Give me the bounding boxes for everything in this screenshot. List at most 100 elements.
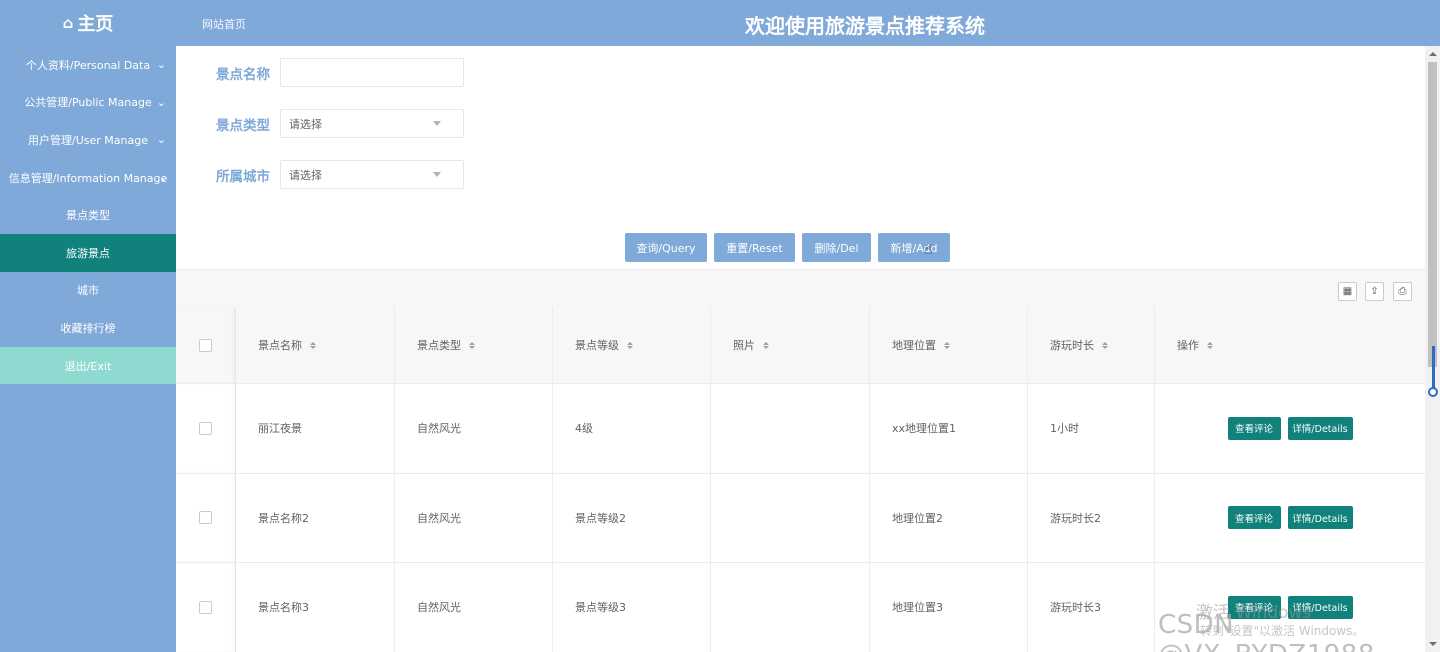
column-title: 照片 xyxy=(733,339,755,352)
reset-button[interactable]: 重置/Reset xyxy=(714,233,795,262)
attraction-name-label: 景点名称 xyxy=(216,66,270,83)
cell-name: 丽江夜景 xyxy=(236,384,395,473)
sort-icon[interactable] xyxy=(627,341,633,349)
column-title: 景点等级 xyxy=(575,339,619,352)
column-header-photo[interactable]: 照片 xyxy=(711,307,870,383)
row-checkbox[interactable] xyxy=(199,600,212,614)
export-icon[interactable]: ⇪ xyxy=(1365,282,1384,301)
sort-icon[interactable] xyxy=(1207,341,1213,349)
sidebar-item-label: 个人资料/Personal Data xyxy=(25,58,151,72)
sort-icon[interactable] xyxy=(763,341,769,349)
select-value: 请选择 xyxy=(289,117,322,131)
sidebar-item-label: 景点类型 xyxy=(66,209,110,223)
cell-level: 景点等级2 xyxy=(553,473,711,562)
cell-actions: 查看评论 详情/Details xyxy=(1155,384,1425,473)
cell-name: 景点名称3 xyxy=(236,563,395,652)
sidebar-item-user-manage[interactable]: 用户管理/User Manage ⌄ xyxy=(0,121,176,159)
table-row: 丽江夜景 自然风光 4级 xx地理位置1 1小时 查看评论 详情/Details xyxy=(176,384,1425,474)
sidebar-item-label: 收藏排行榜 xyxy=(60,321,116,335)
details-button[interactable]: 详情/Details xyxy=(1287,416,1353,440)
sidebar-item-city[interactable]: 城市 xyxy=(0,272,176,310)
cell-level: 景点等级3 xyxy=(553,563,711,652)
cell-duration: 1小时 xyxy=(1028,384,1155,473)
row-checkbox[interactable] xyxy=(199,511,212,525)
search-type-row: 景点类型 请选择 xyxy=(216,109,464,138)
sidebar-item-public-manage[interactable]: 公共管理/Public Manage ⌄ xyxy=(0,84,176,122)
csdn-watermark: CSDN @VX_BYDZ1988 xyxy=(1158,610,1374,652)
attraction-type-label: 景点类型 xyxy=(216,117,270,134)
sort-icon[interactable] xyxy=(310,341,316,349)
scroll-knob-icon[interactable] xyxy=(1428,387,1438,397)
city-select[interactable]: 请选择 xyxy=(280,160,464,189)
attraction-name-input[interactable] xyxy=(280,58,464,87)
add-button[interactable]: 新增/Add xyxy=(878,233,950,262)
details-button[interactable]: 详情/Details xyxy=(1287,506,1353,530)
sidebar-item-exit[interactable]: 退出/Exit xyxy=(0,346,176,385)
vertical-scrollbar[interactable] xyxy=(1425,46,1440,652)
cell-type: 自然风光 xyxy=(395,473,553,562)
row-select-cell xyxy=(176,384,236,473)
print-icon[interactable]: ⎙ xyxy=(1393,282,1412,301)
sidebar: 个人资料/Personal Data ⌄ 公共管理/Public Manage … xyxy=(0,46,176,652)
sidebar-item-label: 旅游景点 xyxy=(66,246,110,260)
select-all-cell xyxy=(176,307,236,383)
select-value: 请选择 xyxy=(289,168,322,182)
chevron-down-icon: ⌄ xyxy=(158,171,168,185)
column-title: 操作 xyxy=(1177,339,1199,352)
top-bar: ⌂ 主页 网站首页 欢迎使用旅游景点推荐系统 xyxy=(0,0,1440,46)
columns-icon[interactable]: ▦ xyxy=(1338,282,1357,301)
cell-type: 自然风光 xyxy=(395,384,553,473)
column-header-location[interactable]: 地理位置 xyxy=(870,307,1028,383)
select-all-checkbox[interactable] xyxy=(199,338,212,352)
cell-location: xx地理位置1 xyxy=(870,384,1028,473)
app-window: ⌂ 主页 网站首页 欢迎使用旅游景点推荐系统 个人资料/Personal Dat… xyxy=(0,0,1440,652)
hand-cursor-icon: ☝ xyxy=(924,242,933,258)
sidebar-item-personal-data[interactable]: 个人资料/Personal Data ⌄ xyxy=(0,46,176,84)
row-select-cell xyxy=(176,473,236,562)
cell-location: 地理位置2 xyxy=(870,473,1028,562)
column-header-actions[interactable]: 操作 xyxy=(1155,307,1425,383)
column-title: 游玩时长 xyxy=(1050,339,1094,352)
sidebar-item-attraction-type[interactable]: 景点类型 xyxy=(0,196,176,234)
caret-down-icon xyxy=(433,121,441,126)
cell-duration: 游玩时长3 xyxy=(1028,563,1155,652)
scrollbar-thumb[interactable] xyxy=(1428,62,1437,367)
column-title: 景点类型 xyxy=(417,339,461,352)
search-city-row: 所属城市 请选择 xyxy=(216,160,464,189)
attraction-type-select[interactable]: 请选择 xyxy=(280,109,464,138)
caret-down-icon xyxy=(433,172,441,177)
chevron-down-icon: ⌄ xyxy=(156,58,166,72)
sidebar-item-label: 信息管理/Information Manage xyxy=(8,171,168,185)
cell-duration: 游玩时长2 xyxy=(1028,473,1155,562)
delete-button[interactable]: 删除/Del xyxy=(802,233,871,262)
sidebar-item-label: 退出/Exit xyxy=(64,359,112,373)
sidebar-item-favorites-ranking[interactable]: 收藏排行榜 xyxy=(0,309,176,347)
column-header-type[interactable]: 景点类型 xyxy=(395,307,553,383)
cell-level: 4级 xyxy=(553,384,711,473)
cell-photo xyxy=(711,473,870,562)
column-title: 景点名称 xyxy=(258,339,302,352)
table-toolbar: ▦ ⇪ ⎙ xyxy=(176,269,1425,307)
sidebar-item-attractions[interactable]: 旅游景点 xyxy=(0,233,176,272)
chevron-down-icon: ⌄ xyxy=(156,95,166,109)
column-title: 地理位置 xyxy=(892,339,936,352)
sidebar-item-label: 城市 xyxy=(77,284,99,298)
action-buttons: 查询/Query 重置/Reset 删除/Del 新增/Add xyxy=(625,233,950,262)
scroll-up-icon[interactable] xyxy=(1429,52,1437,56)
column-header-duration[interactable]: 游玩时长 xyxy=(1028,307,1155,383)
cell-type: 自然风光 xyxy=(395,563,553,652)
view-reviews-button[interactable]: 查看评论 xyxy=(1227,416,1281,440)
column-header-name[interactable]: 景点名称 xyxy=(236,307,395,383)
view-reviews-button[interactable]: 查看评论 xyxy=(1227,506,1281,530)
sidebar-item-label: 公共管理/Public Manage xyxy=(24,96,152,110)
sidebar-item-information-manage[interactable]: 信息管理/Information Manage ⌄ xyxy=(0,159,176,197)
sort-icon[interactable] xyxy=(944,341,950,349)
chevron-down-icon: ⌄ xyxy=(156,133,166,147)
cell-actions: 查看评论 详情/Details xyxy=(1155,474,1425,563)
column-header-level[interactable]: 景点等级 xyxy=(553,307,711,383)
row-select-cell xyxy=(176,563,236,652)
sort-icon[interactable] xyxy=(1102,341,1108,349)
sort-icon[interactable] xyxy=(469,341,475,349)
query-button[interactable]: 查询/Query xyxy=(625,233,707,262)
row-checkbox[interactable] xyxy=(199,421,212,435)
